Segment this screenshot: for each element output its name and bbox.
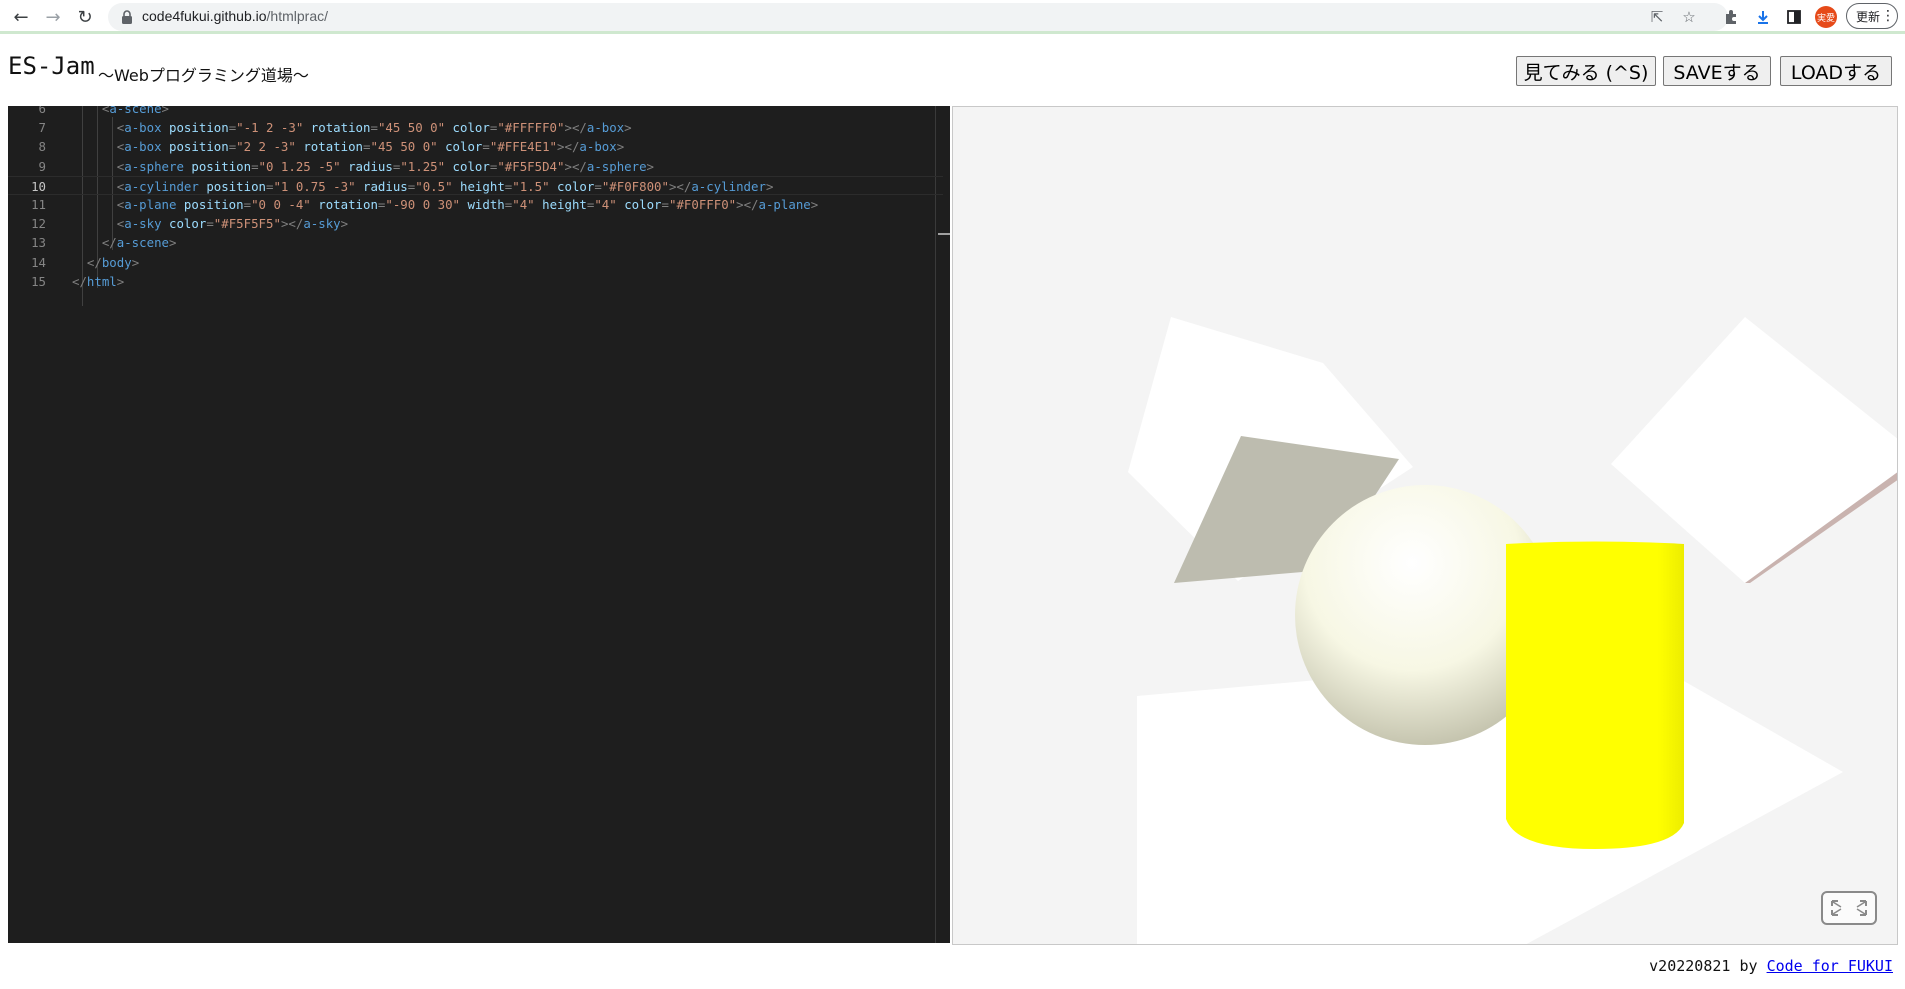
line-number: 10: [31, 178, 46, 194]
code-text: </body>: [86, 254, 140, 270]
forward-arrow-icon[interactable]: →: [40, 4, 66, 30]
version-footer: v20220821 by Code for FUKUI: [1649, 957, 1893, 975]
save-button[interactable]: SAVEする: [1663, 56, 1771, 86]
code-line[interactable]: 14 </body>: [8, 253, 943, 272]
url-path: /htmlprac/: [266, 8, 329, 24]
bookmark-star-icon[interactable]: ☆: [1678, 6, 1700, 28]
download-icon[interactable]: [1752, 6, 1774, 28]
browser-toolbar: ← → ↻ code4fukui.github.io/htmlprac/ ⇱ ☆…: [0, 0, 1905, 34]
update-label: 更新: [1856, 9, 1881, 24]
update-button[interactable]: 更新 ⋮: [1846, 3, 1898, 29]
code-line[interactable]: 9 <a-sphere position="0 1.25 -5" radius=…: [8, 157, 943, 176]
url-host: code4fukui.github.io: [142, 8, 267, 24]
line-number: 14: [31, 254, 46, 270]
app-subtitle: ～Webプログラミング道場～: [98, 66, 309, 85]
line-number: 12: [31, 216, 46, 232]
code-text: <a-scene>: [101, 106, 169, 116]
share-icon[interactable]: ⇱: [1646, 6, 1668, 28]
lock-icon: [122, 10, 132, 24]
credit-link[interactable]: Code for FUKUI: [1767, 957, 1893, 975]
code-text: <a-sky color="#F5F5F5"></a-sky>: [116, 216, 349, 232]
code-text: </a-scene>: [101, 235, 177, 251]
code-line[interactable]: 7 <a-box position="-1 2 -3" rotation="45…: [8, 118, 943, 137]
code-line[interactable]: 10 <a-cylinder position="1 0.75 -3" radi…: [8, 175, 943, 195]
cylinder: [1506, 541, 1684, 849]
load-button[interactable]: LOADする: [1780, 56, 1892, 86]
reload-icon[interactable]: ↻: [72, 4, 98, 30]
code-line[interactable]: 8 <a-box position="2 2 -3" rotation="45 …: [8, 137, 943, 156]
code-text: </html>: [72, 273, 125, 289]
code-line[interactable]: 11 <a-plane position="0 0 -4" rotation="…: [8, 195, 943, 214]
scene-canvas[interactable]: [953, 107, 1898, 945]
code-line[interactable]: 6 <a-scene>: [8, 106, 943, 118]
code-text: <a-cylinder position="1 0.75 -3" radius=…: [116, 178, 774, 194]
profile-avatar[interactable]: 実愛: [1815, 6, 1837, 28]
code-line[interactable]: 12 <a-sky color="#F5F5F5"></a-sky>: [8, 214, 943, 233]
fullscreen-vr-button[interactable]: [1821, 891, 1877, 925]
line-number: 8: [38, 139, 46, 155]
code-text: <a-plane position="0 0 -4" rotation="-90…: [116, 197, 819, 212]
code-text: <a-box position="2 2 -3" rotation="45 50…: [116, 139, 625, 155]
side-panel-icon[interactable]: [1783, 6, 1805, 28]
code-text: <a-sphere position="0 1.25 -5" radius="1…: [116, 158, 655, 174]
code-line[interactable]: 15 </html>: [8, 272, 943, 291]
line-number: 7: [38, 120, 46, 136]
expand-icon: [1831, 900, 1867, 916]
extensions-puzzle-icon[interactable]: [1720, 6, 1742, 28]
line-number: 9: [38, 158, 46, 174]
app-title: ES-Jam: [8, 52, 95, 80]
version-text: v20220821 by: [1649, 957, 1767, 975]
line-number: 11: [31, 197, 46, 212]
line-number: 13: [31, 235, 46, 251]
preview-button[interactable]: 見てみる (^S): [1516, 56, 1656, 86]
address-bar[interactable]: code4fukui.github.io/htmlprac/ ⇱ ☆: [108, 3, 1728, 31]
url-text: code4fukui.github.io/htmlprac/: [142, 8, 328, 24]
menu-dots-icon: ⋮: [1881, 8, 1895, 24]
code-line[interactable]: 13 </a-scene>: [8, 233, 943, 252]
back-arrow-icon[interactable]: ←: [8, 4, 34, 30]
line-number: 15: [31, 273, 46, 289]
code-text: <a-box position="-1 2 -3" rotation="45 5…: [116, 120, 632, 136]
code-editor[interactable]: 6 <a-scene> 7 <a-box position="-1 2 -3" r…: [8, 106, 950, 943]
preview-pane[interactable]: [952, 106, 1898, 945]
line-number: 6: [38, 106, 46, 116]
